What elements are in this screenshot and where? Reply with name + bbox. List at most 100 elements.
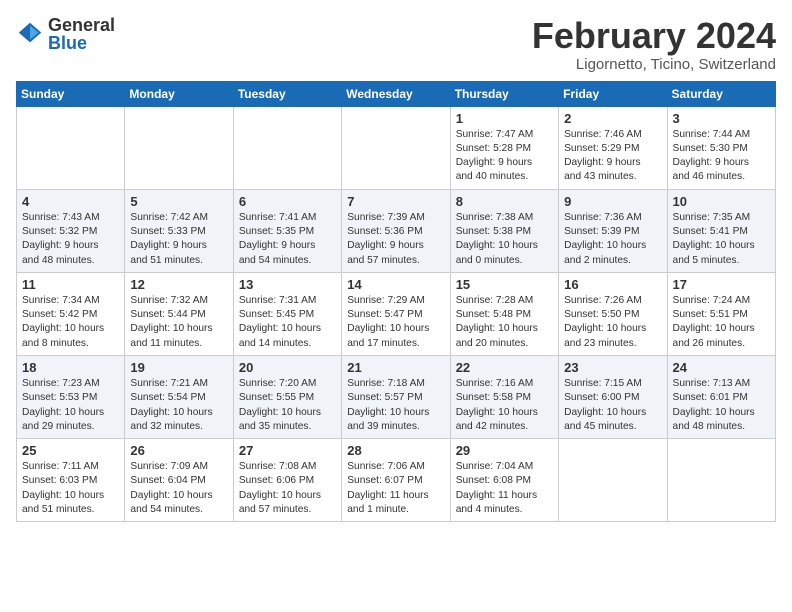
day-number: 19 bbox=[130, 360, 227, 375]
day-number: 15 bbox=[456, 277, 553, 292]
day-number: 24 bbox=[673, 360, 770, 375]
calendar-cell bbox=[125, 106, 233, 189]
day-number: 20 bbox=[239, 360, 336, 375]
day-number: 17 bbox=[673, 277, 770, 292]
calendar-cell: 3 Sunrise: 7:44 AM Sunset: 5:30 PM Daylig… bbox=[667, 106, 775, 189]
day-info: Sunrise: 7:23 AM Sunset: 5:53 PM Dayligh… bbox=[22, 377, 119, 434]
day-number: 18 bbox=[22, 360, 119, 375]
day-info: Sunrise: 7:15 AM Sunset: 6:00 PM Dayligh… bbox=[564, 377, 661, 434]
logo-icon bbox=[16, 20, 44, 48]
weekday-header-friday: Friday bbox=[559, 81, 667, 106]
day-number: 8 bbox=[456, 194, 553, 209]
day-info: Sunrise: 7:36 AM Sunset: 5:39 PM Dayligh… bbox=[564, 211, 661, 268]
day-info: Sunrise: 7:28 AM Sunset: 5:48 PM Dayligh… bbox=[456, 294, 553, 351]
day-info: Sunrise: 7:38 AM Sunset: 5:38 PM Dayligh… bbox=[456, 211, 553, 268]
calendar-cell bbox=[233, 106, 341, 189]
day-info: Sunrise: 7:06 AM Sunset: 6:07 PM Dayligh… bbox=[347, 460, 444, 517]
calendar-cell: 20 Sunrise: 7:20 AM Sunset: 5:55 PM Dayli… bbox=[233, 355, 341, 438]
calendar-cell: 29Sunrise: 7:04 AM Sunset: 6:08 PM Dayli… bbox=[450, 439, 558, 522]
day-number: 10 bbox=[673, 194, 770, 209]
day-info: Sunrise: 7:44 AM Sunset: 5:30 PM Dayligh… bbox=[673, 128, 770, 185]
location: Ligornetto, Ticino, Switzerland bbox=[532, 56, 776, 73]
day-info: Sunrise: 7:11 AM Sunset: 6:03 PM Dayligh… bbox=[22, 460, 119, 517]
day-number: 21 bbox=[347, 360, 444, 375]
calendar-cell: 7 Sunrise: 7:39 AM Sunset: 5:36 PM Daylig… bbox=[342, 189, 450, 272]
calendar-header: SundayMondayTuesdayWednesdayThursdayFrid… bbox=[17, 81, 776, 106]
calendar-cell: 17 Sunrise: 7:24 AM Sunset: 5:51 PM Dayli… bbox=[667, 272, 775, 355]
calendar-cell: 26 Sunrise: 7:09 AM Sunset: 6:04 PM Dayli… bbox=[125, 439, 233, 522]
day-info: Sunrise: 7:42 AM Sunset: 5:33 PM Dayligh… bbox=[130, 211, 227, 268]
day-number: 26 bbox=[130, 443, 227, 458]
day-info: Sunrise: 7:16 AM Sunset: 5:58 PM Dayligh… bbox=[456, 377, 553, 434]
day-info: Sunrise: 7:09 AM Sunset: 6:04 PM Dayligh… bbox=[130, 460, 227, 517]
weekday-header-row: SundayMondayTuesdayWednesdayThursdayFrid… bbox=[17, 81, 776, 106]
weekday-header-thursday: Thursday bbox=[450, 81, 558, 106]
day-info: Sunrise: 7:24 AM Sunset: 5:51 PM Dayligh… bbox=[673, 294, 770, 351]
page-header: General Blue February 2024 Ligornetto, T… bbox=[16, 16, 776, 73]
day-number: 23 bbox=[564, 360, 661, 375]
calendar-cell: 10 Sunrise: 7:35 AM Sunset: 5:41 PM Dayli… bbox=[667, 189, 775, 272]
day-info: Sunrise: 7:26 AM Sunset: 5:50 PM Dayligh… bbox=[564, 294, 661, 351]
calendar-cell: 28 Sunrise: 7:06 AM Sunset: 6:07 PM Dayli… bbox=[342, 439, 450, 522]
day-info: Sunrise: 7:18 AM Sunset: 5:57 PM Dayligh… bbox=[347, 377, 444, 434]
calendar-cell: 25 Sunrise: 7:11 AM Sunset: 6:03 PM Dayli… bbox=[17, 439, 125, 522]
day-number: 13 bbox=[239, 277, 336, 292]
day-info: Sunrise: 7:20 AM Sunset: 5:55 PM Dayligh… bbox=[239, 377, 336, 434]
day-info: Sunrise: 7:35 AM Sunset: 5:41 PM Dayligh… bbox=[673, 211, 770, 268]
weekday-header-sunday: Sunday bbox=[17, 81, 125, 106]
calendar-cell bbox=[559, 439, 667, 522]
calendar-cell: 2 Sunrise: 7:46 AM Sunset: 5:29 PM Daylig… bbox=[559, 106, 667, 189]
day-number: 14 bbox=[347, 277, 444, 292]
calendar-cell: 22Sunrise: 7:16 AM Sunset: 5:58 PM Dayli… bbox=[450, 355, 558, 438]
calendar-cell: 18 Sunrise: 7:23 AM Sunset: 5:53 PM Dayli… bbox=[17, 355, 125, 438]
day-info: Sunrise: 7:46 AM Sunset: 5:29 PM Dayligh… bbox=[564, 128, 661, 185]
weekday-header-monday: Monday bbox=[125, 81, 233, 106]
calendar-cell bbox=[342, 106, 450, 189]
logo: General Blue bbox=[16, 16, 115, 52]
week-row-4: 18 Sunrise: 7:23 AM Sunset: 5:53 PM Dayli… bbox=[17, 355, 776, 438]
day-number: 7 bbox=[347, 194, 444, 209]
calendar-cell: 21 Sunrise: 7:18 AM Sunset: 5:57 PM Dayli… bbox=[342, 355, 450, 438]
day-info: Sunrise: 7:32 AM Sunset: 5:44 PM Dayligh… bbox=[130, 294, 227, 351]
calendar-cell: 24 Sunrise: 7:13 AM Sunset: 6:01 PM Dayli… bbox=[667, 355, 775, 438]
day-info: Sunrise: 7:29 AM Sunset: 5:47 PM Dayligh… bbox=[347, 294, 444, 351]
weekday-header-wednesday: Wednesday bbox=[342, 81, 450, 106]
calendar-cell: 8 Sunrise: 7:38 AM Sunset: 5:38 PM Daylig… bbox=[450, 189, 558, 272]
week-row-2: 4Sunrise: 7:43 AM Sunset: 5:32 PM Daylig… bbox=[17, 189, 776, 272]
calendar-cell: 1Sunrise: 7:47 AM Sunset: 5:28 PM Daylig… bbox=[450, 106, 558, 189]
calendar-cell: 15 Sunrise: 7:28 AM Sunset: 5:48 PM Dayli… bbox=[450, 272, 558, 355]
week-row-3: 11Sunrise: 7:34 AM Sunset: 5:42 PM Dayli… bbox=[17, 272, 776, 355]
weekday-header-tuesday: Tuesday bbox=[233, 81, 341, 106]
calendar-cell: 4Sunrise: 7:43 AM Sunset: 5:32 PM Daylig… bbox=[17, 189, 125, 272]
week-row-1: 1Sunrise: 7:47 AM Sunset: 5:28 PM Daylig… bbox=[17, 106, 776, 189]
day-info: Sunrise: 7:41 AM Sunset: 5:35 PM Dayligh… bbox=[239, 211, 336, 268]
day-info: Sunrise: 7:21 AM Sunset: 5:54 PM Dayligh… bbox=[130, 377, 227, 434]
calendar-cell: 16 Sunrise: 7:26 AM Sunset: 5:50 PM Dayli… bbox=[559, 272, 667, 355]
calendar-cell: 11Sunrise: 7:34 AM Sunset: 5:42 PM Dayli… bbox=[17, 272, 125, 355]
day-number: 25 bbox=[22, 443, 119, 458]
day-number: 11 bbox=[22, 277, 119, 292]
calendar-cell: 13Sunrise: 7:31 AM Sunset: 5:45 PM Dayli… bbox=[233, 272, 341, 355]
calendar-cell: 6 Sunrise: 7:41 AM Sunset: 5:35 PM Daylig… bbox=[233, 189, 341, 272]
calendar-table: SundayMondayTuesdayWednesdayThursdayFrid… bbox=[16, 81, 776, 523]
day-info: Sunrise: 7:13 AM Sunset: 6:01 PM Dayligh… bbox=[673, 377, 770, 434]
day-number: 12 bbox=[130, 277, 227, 292]
day-number: 6 bbox=[239, 194, 336, 209]
week-row-5: 25 Sunrise: 7:11 AM Sunset: 6:03 PM Dayli… bbox=[17, 439, 776, 522]
calendar-cell: 23 Sunrise: 7:15 AM Sunset: 6:00 PM Dayli… bbox=[559, 355, 667, 438]
weekday-header-saturday: Saturday bbox=[667, 81, 775, 106]
day-number: 28 bbox=[347, 443, 444, 458]
day-info: Sunrise: 7:39 AM Sunset: 5:36 PM Dayligh… bbox=[347, 211, 444, 268]
day-number: 16 bbox=[564, 277, 661, 292]
calendar-cell: 9Sunrise: 7:36 AM Sunset: 5:39 PM Daylig… bbox=[559, 189, 667, 272]
day-number: 5 bbox=[130, 194, 227, 209]
calendar-cell: 5 Sunrise: 7:42 AM Sunset: 5:33 PM Daylig… bbox=[125, 189, 233, 272]
logo-text: General Blue bbox=[48, 16, 115, 52]
day-number: 3 bbox=[673, 111, 770, 126]
calendar-cell bbox=[17, 106, 125, 189]
calendar-cell: 27Sunrise: 7:08 AM Sunset: 6:06 PM Dayli… bbox=[233, 439, 341, 522]
calendar-cell: 12 Sunrise: 7:32 AM Sunset: 5:44 PM Dayli… bbox=[125, 272, 233, 355]
calendar-cell: 14 Sunrise: 7:29 AM Sunset: 5:47 PM Dayli… bbox=[342, 272, 450, 355]
day-number: 2 bbox=[564, 111, 661, 126]
title-area: February 2024 Ligornetto, Ticino, Switze… bbox=[532, 16, 776, 73]
